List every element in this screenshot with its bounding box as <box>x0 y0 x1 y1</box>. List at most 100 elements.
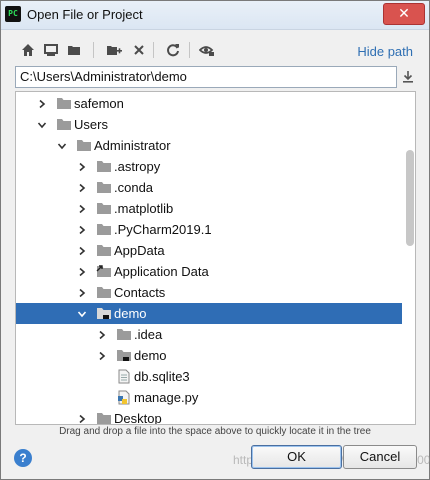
tree-item-icon <box>96 243 112 258</box>
project-folder-icon <box>97 308 111 319</box>
tree-expand-toggle[interactable] <box>76 261 88 282</box>
tree-item-label: demo <box>134 348 167 363</box>
new-folder-button[interactable] <box>104 40 124 60</box>
tree-item-label: Administrator <box>94 138 171 153</box>
chevron-right-icon <box>79 183 86 192</box>
chevron-right-icon <box>79 246 86 255</box>
tree-item-icon <box>76 138 92 153</box>
tree-item[interactable]: Application Data <box>16 261 402 282</box>
tree-item[interactable]: .PyCharm2019.1 <box>16 219 402 240</box>
tree-item-icon <box>96 306 112 321</box>
tree-item-label: Contacts <box>114 285 166 300</box>
title-bar[interactable]: PC Open File or Project ✕ <box>1 1 429 30</box>
project-folder-button[interactable] <box>64 40 84 60</box>
tree-expand-toggle[interactable] <box>76 240 88 261</box>
show-hidden-button[interactable] <box>197 40 217 60</box>
tree-expand-toggle[interactable] <box>76 282 88 303</box>
tree-item[interactable]: demo <box>16 303 402 324</box>
tree-item[interactable]: Desktop <box>16 408 402 425</box>
tree-item-label: Desktop <box>114 411 162 425</box>
refresh-button[interactable] <box>163 40 183 60</box>
folder-icon <box>97 161 111 172</box>
tree-item-icon <box>56 117 72 132</box>
toolbar: Hide path <box>1 37 429 63</box>
tree-item[interactable]: safemon <box>16 93 402 114</box>
folder-icon <box>57 119 71 130</box>
tree-item[interactable]: manage.py <box>16 387 402 408</box>
tree-item-icon <box>56 96 72 111</box>
hide-path-link[interactable]: Hide path <box>357 44 413 59</box>
tree-item[interactable]: .matplotlib <box>16 198 402 219</box>
tree-item[interactable]: demo <box>16 345 402 366</box>
project-folder-icon <box>117 350 131 361</box>
python-file-icon <box>118 390 130 405</box>
tree-item[interactable]: Users <box>16 114 402 135</box>
tree-item-icon <box>116 327 132 342</box>
file-tree[interactable]: safemon Users Administrator .astropy .conda.… <box>15 91 416 425</box>
folder-icon <box>77 140 91 151</box>
tree-expand-toggle[interactable] <box>76 219 88 240</box>
tree-item[interactable]: .conda <box>16 177 402 198</box>
tree-item[interactable]: Administrator <box>16 135 402 156</box>
tree-item-label: manage.py <box>134 390 199 405</box>
chevron-right-icon <box>79 225 86 234</box>
tree-item-icon <box>96 201 112 216</box>
drag-drop-hint: Drag and drop a file into the space abov… <box>59 426 371 437</box>
tree-item-label: .idea <box>134 327 163 342</box>
folder-icon <box>57 98 71 109</box>
tree-item-icon <box>96 411 112 424</box>
chevron-down-icon <box>37 121 47 128</box>
tree-item[interactable]: .idea <box>16 324 402 345</box>
tree-item-icon <box>96 264 112 279</box>
close-button[interactable]: ✕ <box>383 3 425 25</box>
chevron-right-icon <box>99 351 106 360</box>
tree-item-icon <box>96 222 112 237</box>
path-download-button[interactable] <box>399 68 417 86</box>
tree-item-icon <box>116 390 132 405</box>
folder-link-icon <box>96 265 111 277</box>
tree-expand-toggle[interactable] <box>76 198 88 219</box>
chevron-right-icon <box>79 267 86 276</box>
tree-item[interactable]: Contacts <box>16 282 402 303</box>
tree-item-icon <box>116 369 132 384</box>
desktop-button[interactable] <box>41 40 61 60</box>
tree-item[interactable]: db.sqlite3 <box>16 366 402 387</box>
tree-item-label: Application Data <box>114 264 209 279</box>
chevron-right-icon <box>79 414 86 423</box>
chevron-down-icon <box>57 142 67 149</box>
tree-expand-toggle[interactable] <box>76 303 88 324</box>
folder-icon <box>97 287 111 298</box>
tree-expand-toggle[interactable] <box>96 345 108 366</box>
tree-item-label: .PyCharm2019.1 <box>114 222 212 237</box>
home-icon <box>22 44 34 56</box>
tree-expand-toggle[interactable] <box>76 177 88 198</box>
cancel-button[interactable]: Cancel <box>343 445 417 469</box>
project-folder-icon <box>68 46 80 55</box>
path-input[interactable]: C:\Users\Administrator\demo <box>15 66 397 88</box>
tree-expand-toggle[interactable] <box>96 324 108 345</box>
help-button[interactable]: ? <box>14 449 32 467</box>
ok-button[interactable]: OK <box>251 445 342 469</box>
file-icon <box>118 369 130 384</box>
tree-expand-toggle[interactable] <box>36 114 48 135</box>
folder-icon <box>97 245 111 256</box>
chevron-right-icon <box>99 330 106 339</box>
toolbar-separator <box>189 42 190 58</box>
tree-item-label: .astropy <box>114 159 161 174</box>
tree-expand-toggle[interactable] <box>36 93 48 114</box>
delete-button[interactable] <box>129 40 149 60</box>
download-icon <box>403 71 413 83</box>
tree-expand-toggle[interactable] <box>56 135 68 156</box>
folder-icon <box>97 182 111 193</box>
tree-item-label: demo <box>114 306 147 321</box>
refresh-icon <box>167 44 179 57</box>
home-button[interactable] <box>18 40 38 60</box>
tree-scrollbar-thumb[interactable] <box>406 150 414 246</box>
open-file-dialog: PC Open File or Project ✕ Hide path C:\U… <box>0 0 430 480</box>
tree-expand-toggle[interactable] <box>76 156 88 177</box>
chevron-right-icon <box>79 288 86 297</box>
tree-expand-toggle[interactable] <box>76 408 88 424</box>
tree-item[interactable]: AppData <box>16 240 402 261</box>
folder-icon <box>97 203 111 214</box>
tree-item[interactable]: .astropy <box>16 156 402 177</box>
